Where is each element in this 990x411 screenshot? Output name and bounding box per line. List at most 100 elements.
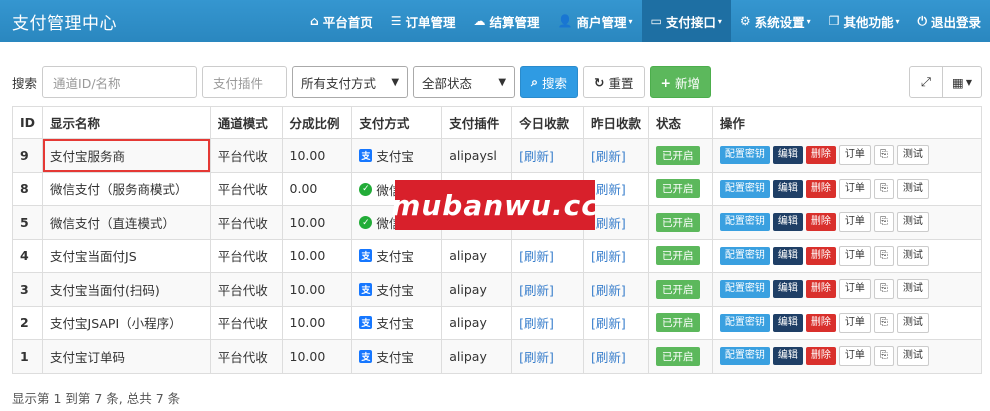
edit-button[interactable]: 编辑 xyxy=(772,313,803,332)
row-actions: 配置密钥 编辑 删除 订单 ⎘ 测试 xyxy=(719,145,974,166)
search-button[interactable]: ⌕ 搜索 xyxy=(520,66,579,98)
refresh-today-link[interactable]: [刷新] xyxy=(511,272,584,307)
status-toggle[interactable]: 已开启 xyxy=(656,179,700,199)
refresh-yesterday-link[interactable]: [刷新] xyxy=(582,238,650,273)
orders-button[interactable]: 订单 xyxy=(838,279,871,300)
pay-method-select[interactable]: 所有支付方式 ▼ xyxy=(292,66,409,98)
refresh-yesterday-link[interactable]: [刷新] xyxy=(582,272,650,307)
column-header[interactable]: 今日收款 xyxy=(511,106,584,139)
edit-button[interactable]: 编辑 xyxy=(772,213,803,232)
channel-table: ID 显示名称 通道模式 分成比例 支付方式 支付插件 今日收款 昨日收款 状态 操作 9 支付宝服… xyxy=(11,106,983,374)
status-toggle[interactable]: 已开启 xyxy=(656,313,700,333)
nav-item-3[interactable]: 👤 商户管理 ▾ xyxy=(549,0,642,42)
orders-button[interactable]: 订单 xyxy=(838,178,871,199)
edit-button[interactable]: 编辑 xyxy=(772,246,803,265)
column-header[interactable]: 通道模式 xyxy=(209,106,283,139)
orders-button[interactable]: 订单 xyxy=(838,212,871,233)
row-actions: 配置密钥 编辑 删除 订单 ⎘ 测试 xyxy=(719,279,974,300)
fullscreen-button[interactable]: ⤢ xyxy=(909,66,944,98)
delete-button[interactable]: 删除 xyxy=(805,280,836,299)
config-key-button[interactable]: 配置密钥 xyxy=(719,280,770,299)
test-button[interactable]: 测试 xyxy=(896,312,929,333)
column-header[interactable]: 支付插件 xyxy=(441,106,513,139)
column-header[interactable]: 状态 xyxy=(648,106,713,139)
nav-item-6[interactable]: ❒ 其他功能 ▾ xyxy=(820,0,909,42)
channel-search-input[interactable]: 通道ID/名称 xyxy=(42,66,198,98)
orders-button[interactable]: 订单 xyxy=(838,145,871,166)
app-title[interactable]: 支付管理中心 xyxy=(0,9,270,34)
refresh-yesterday-link[interactable]: [刷新] xyxy=(582,138,650,173)
refresh-yesterday-link[interactable]: [刷新] xyxy=(582,339,650,374)
watermark-logo: mubanwu.cc xyxy=(391,180,598,230)
cell-status: 已开启 xyxy=(648,238,713,273)
status-toggle[interactable]: 已开启 xyxy=(656,145,700,165)
table-row: 4 支付宝当面付JS 平台代收 10.00 支支付宝 alipay [刷新] [刷新] 已开启配… xyxy=(11,238,983,273)
copy-icon[interactable]: ⎘ xyxy=(873,178,894,199)
edit-button[interactable]: 编辑 xyxy=(772,280,803,299)
orders-button[interactable]: 订单 xyxy=(838,312,871,333)
config-key-button[interactable]: 配置密钥 xyxy=(719,313,770,332)
column-header[interactable]: ID xyxy=(11,106,44,139)
cell-name: 微信支付（直连模式） xyxy=(42,205,211,240)
edit-button[interactable]: 编辑 xyxy=(772,146,803,165)
column-header[interactable]: 支付方式 xyxy=(351,106,443,139)
edit-button[interactable]: 编辑 xyxy=(772,179,803,198)
alipay-icon: 支 xyxy=(359,316,373,330)
test-button[interactable]: 测试 xyxy=(896,145,929,166)
copy-icon[interactable]: ⎘ xyxy=(873,312,894,333)
status-select[interactable]: 全部状态 ▼ xyxy=(413,66,516,98)
nav-item-4[interactable]: ▭ 支付接口 ▾ xyxy=(641,0,731,42)
copy-icon[interactable]: ⎘ xyxy=(873,145,894,166)
nav-item-7[interactable]: ⏻ 退出登录 xyxy=(908,0,990,42)
test-button[interactable]: 测试 xyxy=(896,212,929,233)
test-button[interactable]: 测试 xyxy=(896,245,929,266)
copy-icon[interactable]: ⎘ xyxy=(873,212,894,233)
refresh-today-link[interactable]: [刷新] xyxy=(511,305,584,340)
refresh-today-link[interactable]: [刷新] xyxy=(511,238,584,273)
cell-ratio: 10.00 xyxy=(281,238,353,273)
edit-button[interactable]: 编辑 xyxy=(772,347,803,366)
delete-button[interactable]: 删除 xyxy=(805,313,836,332)
column-header[interactable]: 分成比例 xyxy=(281,106,353,139)
delete-button[interactable]: 删除 xyxy=(805,347,836,366)
reset-button[interactable]: ↻ 重置 xyxy=(583,66,645,98)
copy-icon[interactable]: ⎘ xyxy=(873,346,894,367)
test-button[interactable]: 测试 xyxy=(896,279,929,300)
cell-id: 8 xyxy=(11,171,44,206)
column-header[interactable]: 显示名称 xyxy=(42,106,211,139)
test-button[interactable]: 测试 xyxy=(896,178,929,199)
delete-button[interactable]: 删除 xyxy=(805,213,836,232)
delete-button[interactable]: 删除 xyxy=(805,246,836,265)
nav-item-0[interactable]: ⌂ 平台首页 xyxy=(301,0,382,42)
table-row: 2 支付宝JSAPI（小程序） 平台代收 10.00 支支付宝 alipay [刷新] [刷新… xyxy=(11,305,983,340)
config-key-button[interactable]: 配置密钥 xyxy=(719,246,770,265)
nav-item-1[interactable]: ☰ 订单管理 xyxy=(382,0,465,42)
test-button[interactable]: 测试 xyxy=(896,346,929,367)
plugin-search-input[interactable]: 支付插件 xyxy=(202,66,288,98)
column-header[interactable]: 操作 xyxy=(711,106,983,139)
refresh-today-link[interactable]: [刷新] xyxy=(511,339,584,374)
orders-button[interactable]: 订单 xyxy=(838,245,871,266)
nav-item-5[interactable]: ⚙ 系统设置 ▾ xyxy=(731,0,820,42)
add-button[interactable]: + 新增 xyxy=(649,66,712,98)
delete-button[interactable]: 删除 xyxy=(805,179,836,198)
orders-button[interactable]: 订单 xyxy=(838,346,871,367)
nav-item-2[interactable]: ☁ 结算管理 xyxy=(465,0,549,42)
config-key-button[interactable]: 配置密钥 xyxy=(719,146,770,165)
config-key-button[interactable]: 配置密钥 xyxy=(719,347,770,366)
status-toggle[interactable]: 已开启 xyxy=(656,246,700,266)
copy-icon[interactable]: ⎘ xyxy=(873,279,894,300)
table-row: 1 支付宝订单码 平台代收 10.00 支支付宝 alipay [刷新] [刷新] 已开启 配置密… xyxy=(11,339,983,374)
config-key-button[interactable]: 配置密钥 xyxy=(719,213,770,232)
cell-id: 5 xyxy=(11,205,44,240)
status-toggle[interactable]: 已开启 xyxy=(656,279,700,299)
status-toggle[interactable]: 已开启 xyxy=(656,212,700,232)
copy-icon[interactable]: ⎘ xyxy=(873,245,894,266)
config-key-button[interactable]: 配置密钥 xyxy=(719,179,770,198)
delete-button[interactable]: 删除 xyxy=(805,146,836,165)
status-toggle[interactable]: 已开启 xyxy=(656,346,700,366)
refresh-today-link[interactable]: [刷新] xyxy=(511,138,584,173)
columns-button[interactable]: ▦ ▼ xyxy=(943,66,982,98)
refresh-yesterday-link[interactable]: [刷新] xyxy=(582,305,650,340)
column-header[interactable]: 昨日收款 xyxy=(582,106,650,139)
